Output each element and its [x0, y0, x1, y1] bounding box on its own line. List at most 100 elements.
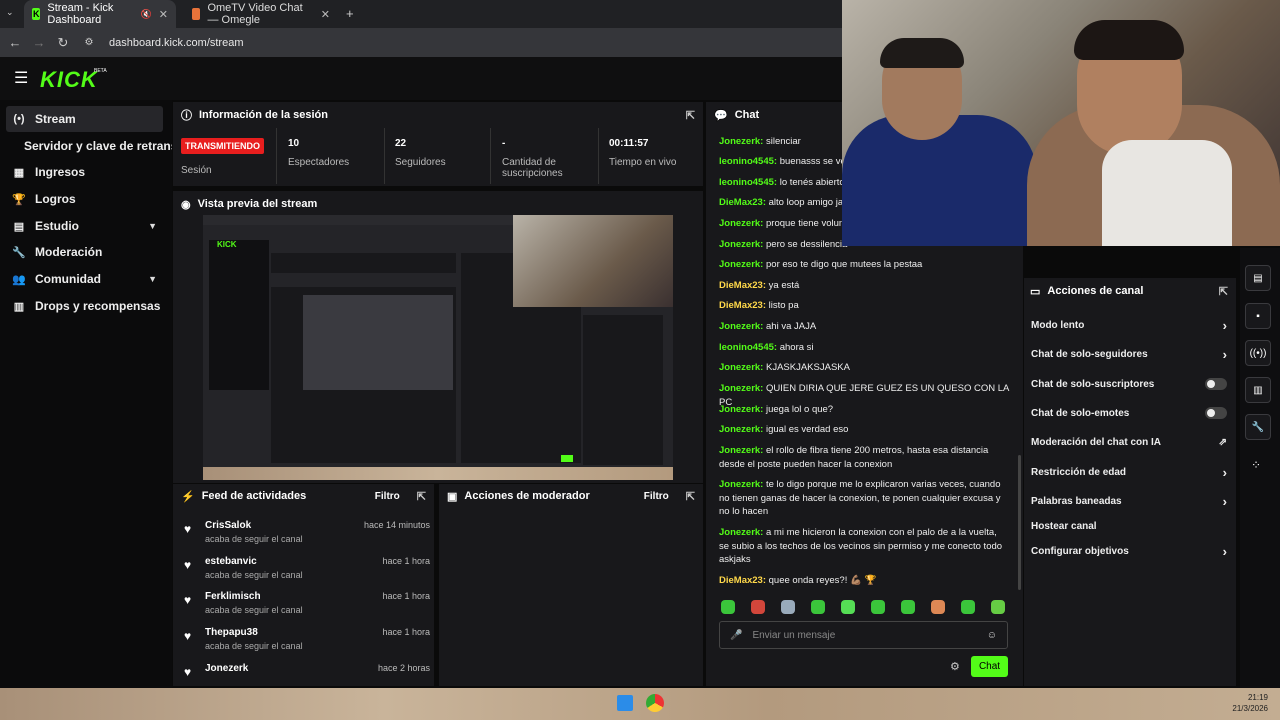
- emote-icon[interactable]: [991, 600, 1005, 614]
- microphone-icon[interactable]: 🎤: [730, 630, 742, 641]
- emote-icon[interactable]: [901, 600, 915, 614]
- emotes-only-toggle[interactable]: [1205, 407, 1227, 419]
- chat-scrollbar[interactable]: [1018, 455, 1021, 590]
- layout-icon[interactable]: ▥: [1245, 377, 1271, 403]
- wrench-icon[interactable]: 🔧: [1245, 414, 1271, 440]
- emote-icon[interactable]: [721, 600, 735, 614]
- chat-username[interactable]: DieMax23:: [719, 575, 766, 586]
- popout-icon[interactable]: ⇱: [1219, 285, 1228, 298]
- url-field[interactable]: dashboard.kick.com/stream: [109, 37, 244, 49]
- forward-icon[interactable]: →: [27, 35, 51, 50]
- close-tab-icon[interactable]: ✕: [159, 8, 168, 21]
- list-item[interactable]: ♥ estebanvic acaba de seguir el canal hace …: [184, 556, 430, 590]
- emote-icon[interactable]: [841, 600, 855, 614]
- windows-start-icon[interactable]: [617, 695, 633, 711]
- chat-username[interactable]: leonino4545:: [719, 342, 777, 353]
- emote-icon[interactable]: [871, 600, 885, 614]
- chat-username[interactable]: Jonezerk:: [719, 404, 763, 415]
- sidebar-item-drops[interactable]: ▥ Drops y recompensas: [6, 293, 163, 319]
- broadcast-icon[interactable]: ((•)): [1245, 340, 1271, 366]
- popout-icon[interactable]: ⇱: [417, 490, 426, 503]
- list-item[interactable]: ♥ Ferklimisch acaba de seguir el canal hace…: [184, 591, 430, 625]
- chat-username[interactable]: leonino4545:: [719, 156, 777, 167]
- follower-name[interactable]: Ferklimisch: [205, 591, 261, 602]
- followers-only-chat-option[interactable]: Chat de solo-seguidores ›: [1031, 344, 1227, 364]
- send-chat-button[interactable]: Chat: [971, 656, 1008, 677]
- chat-bubble-icon: 💬: [714, 109, 728, 122]
- emote-icon[interactable]: [751, 600, 765, 614]
- host-channel-option[interactable]: Hostear canal: [1031, 516, 1227, 536]
- sidebar-item-comunidad[interactable]: 👥 Comunidad ▼: [6, 266, 163, 292]
- emote-icon[interactable]: [961, 600, 975, 614]
- mute-icon[interactable]: 🔇: [141, 9, 152, 20]
- tab-ometv[interactable]: OmeTV Video Chat — Omegle ✕: [184, 0, 338, 28]
- emoji-icon[interactable]: ☺: [987, 630, 997, 641]
- chat-bubble-icon[interactable]: ▪: [1245, 303, 1271, 329]
- tab-kick-dashboard[interactable]: K Stream - Kick Dashboard 🔇 ✕: [24, 0, 176, 28]
- chat-username[interactable]: Jonezerk:: [719, 239, 763, 250]
- slow-mode-option[interactable]: Modo lento ›: [1031, 315, 1227, 335]
- ai-chat-moderation-option[interactable]: Moderación del chat con IA ⇗: [1031, 432, 1227, 452]
- filter-button[interactable]: Filtro: [644, 491, 669, 502]
- chrome-icon[interactable]: [646, 694, 664, 712]
- emotes-only-chat-option[interactable]: Chat de solo-emotes: [1031, 403, 1227, 423]
- popout-icon[interactable]: ⇱: [686, 490, 695, 503]
- moderator-actions-header: ▣ Acciones de moderador Filtro ⇱: [439, 484, 703, 508]
- follower-name[interactable]: Jonezerk: [205, 663, 248, 674]
- emote-icon[interactable]: [931, 600, 945, 614]
- stat-value: 00:11:57: [609, 138, 649, 149]
- chat-username[interactable]: Jonezerk:: [719, 218, 763, 229]
- chat-settings-icon[interactable]: ⚙: [950, 660, 960, 673]
- sidebar-item-moderacion[interactable]: 🔧 Moderación: [6, 239, 163, 265]
- emote-icon[interactable]: [781, 600, 795, 614]
- chat-username[interactable]: Jonezerk:: [719, 479, 763, 490]
- new-tab-icon[interactable]: +: [346, 6, 354, 21]
- chat-username[interactable]: Jonezerk:: [719, 383, 763, 394]
- chat-username[interactable]: leonino4545:: [719, 177, 777, 188]
- chat-username[interactable]: Jonezerk:: [719, 136, 763, 147]
- clipboard-icon[interactable]: ▤: [1245, 265, 1271, 291]
- banned-words-option[interactable]: Palabras baneadas ›: [1031, 491, 1227, 511]
- chat-username[interactable]: DieMax23:: [719, 197, 766, 208]
- sidebar-item-label: Drops y recompensas: [35, 299, 161, 313]
- subscribers-only-toggle[interactable]: [1205, 378, 1227, 390]
- age-restriction-option[interactable]: Restricción de edad ›: [1031, 462, 1227, 482]
- sidebar-item-logros[interactable]: 🏆 Logros: [6, 186, 163, 212]
- chat-username[interactable]: Jonezerk:: [719, 259, 763, 270]
- sidebar-item-estudio[interactable]: ▤ Estudio ▼: [6, 213, 163, 239]
- follower-name[interactable]: estebanvic: [205, 556, 257, 567]
- list-item[interactable]: ♥ CrisSalok acaba de seguir el canal hace 1…: [184, 520, 430, 554]
- reload-icon[interactable]: ↻: [51, 35, 75, 51]
- chat-username[interactable]: Jonezerk:: [719, 424, 763, 435]
- chat-username[interactable]: Jonezerk:: [719, 321, 763, 332]
- menu-icon[interactable]: ☰: [14, 68, 28, 88]
- popout-icon[interactable]: ⇱: [686, 109, 695, 122]
- filter-button[interactable]: Filtro: [375, 491, 400, 502]
- chat-username[interactable]: Jonezerk:: [719, 362, 763, 373]
- sidebar-item-label: Servidor y clave de retransm: [24, 139, 172, 153]
- tab-list-icon[interactable]: ⌄: [6, 7, 14, 18]
- kick-logo[interactable]: KICK: [40, 67, 98, 93]
- sidebar-item-ingresos[interactable]: ▦ Ingresos: [6, 159, 163, 185]
- back-icon[interactable]: ←: [3, 35, 27, 50]
- subscribers-only-chat-option[interactable]: Chat de solo-suscriptores: [1031, 374, 1227, 394]
- system-clock[interactable]: 21:19 21/3/2026: [1232, 692, 1268, 714]
- list-item[interactable]: ♥ Jonezerk hace 2 horas: [184, 663, 430, 681]
- chat-username[interactable]: Jonezerk:: [719, 527, 763, 538]
- chat-username[interactable]: DieMax23:: [719, 280, 766, 291]
- follower-name[interactable]: Thepapu38: [205, 627, 258, 638]
- chat-username[interactable]: Jonezerk:: [719, 445, 763, 456]
- site-info-icon[interactable]: ⚙: [77, 37, 101, 48]
- emote-icon[interactable]: [811, 600, 825, 614]
- close-tab-icon[interactable]: ✕: [321, 8, 330, 21]
- stream-preview-video[interactable]: KICK: [203, 215, 673, 480]
- list-item[interactable]: ♥ Thepapu38 acaba de seguir el canal hace 1…: [184, 627, 430, 661]
- chat-username[interactable]: DieMax23:: [719, 300, 766, 311]
- configure-goals-option[interactable]: Configurar objetivos ›: [1031, 541, 1227, 561]
- sidebar-item-server-key[interactable]: Servidor y clave de retransm: [6, 133, 172, 159]
- more-icon[interactable]: ⁘: [1251, 458, 1261, 472]
- follower-name[interactable]: CrisSalok: [205, 520, 251, 531]
- option-label: Chat de solo-seguidores: [1031, 348, 1148, 360]
- chat-message-input[interactable]: 🎤 Enviar un mensaje ☺: [719, 621, 1008, 649]
- sidebar-item-stream[interactable]: (•) Stream: [6, 106, 163, 132]
